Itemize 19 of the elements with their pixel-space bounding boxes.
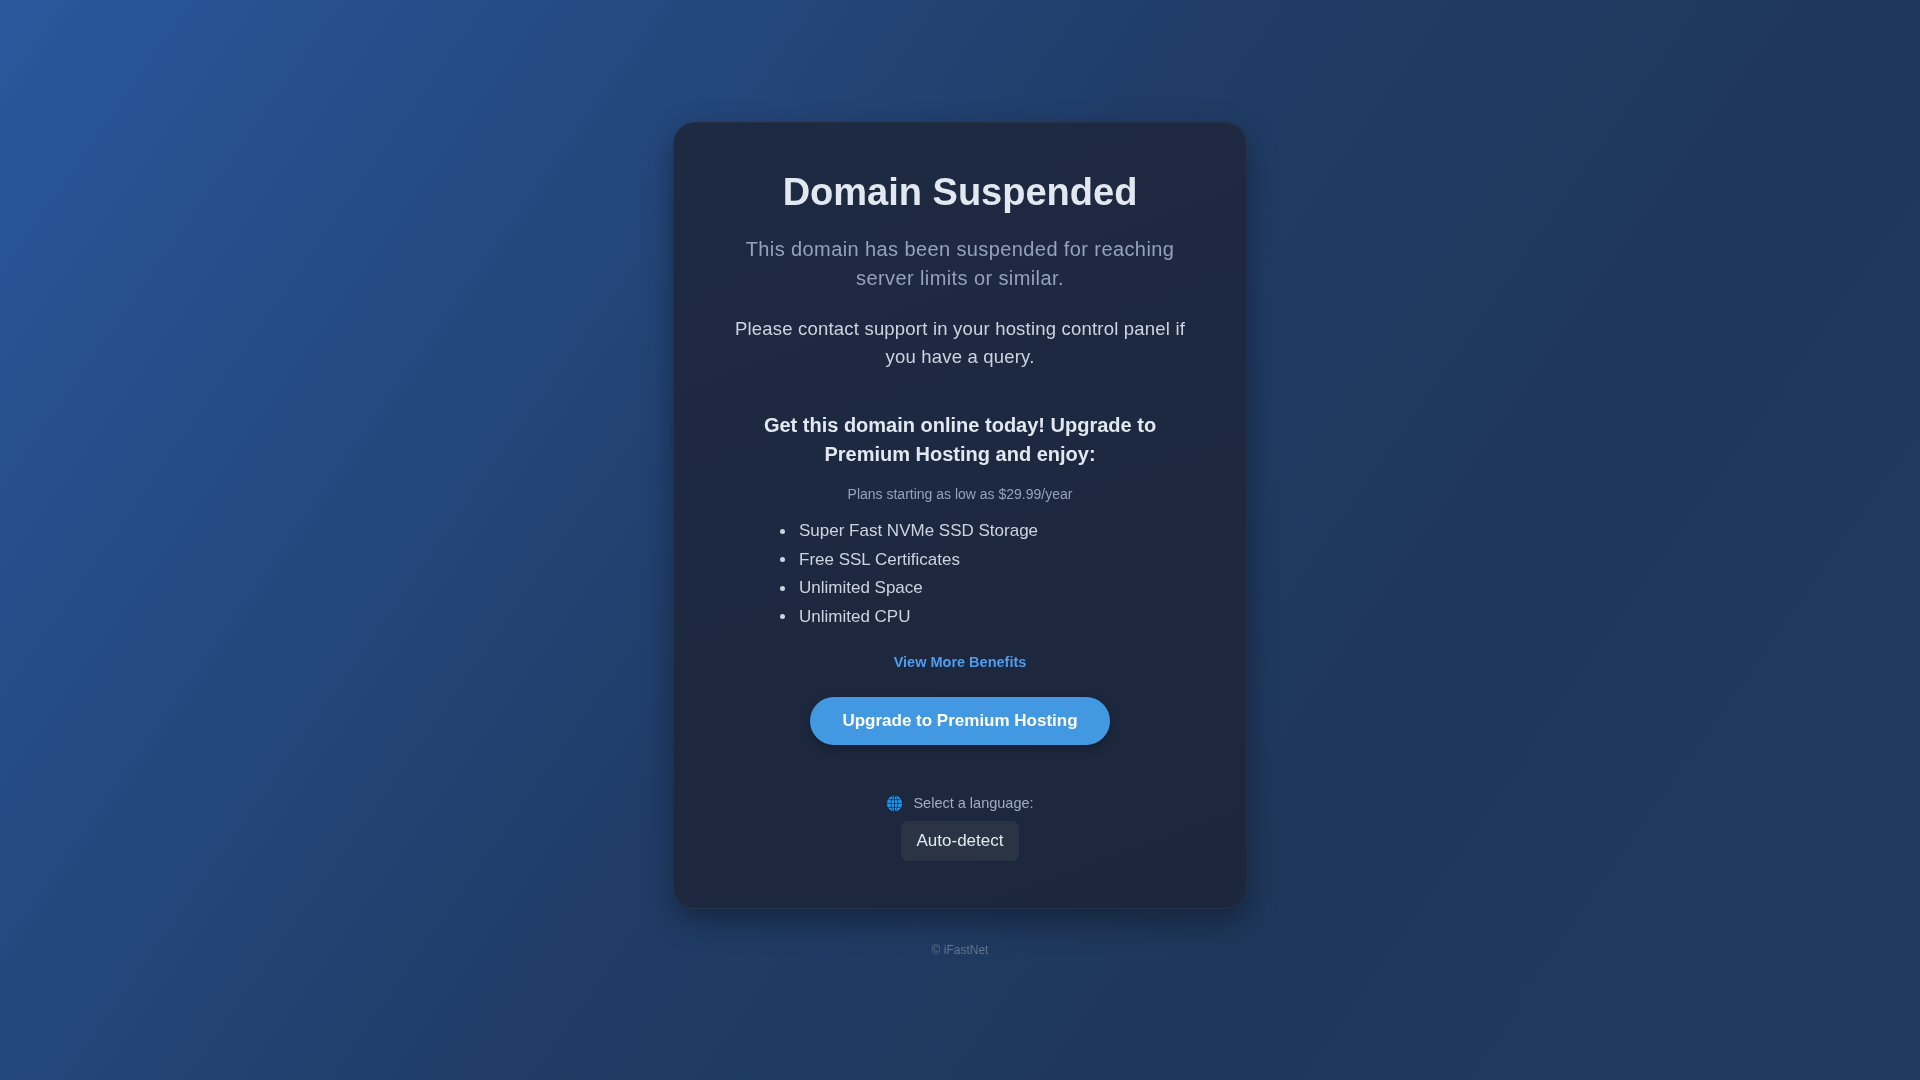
- upgrade-button[interactable]: Upgrade to Premium Hosting: [810, 697, 1110, 745]
- benefit-item: Unlimited Space: [799, 577, 923, 600]
- suspension-notice: This domain has been suspended for reaching server limits or similar.: [745, 237, 1175, 291]
- bullet-icon: [780, 585, 785, 591]
- bullet-icon: [780, 557, 785, 563]
- price-note: Plans starting as low as $29.99/year: [847, 485, 1073, 504]
- view-more-link[interactable]: View More Benefits: [893, 652, 1027, 672]
- support-message: Please contact support in your hosting control panel if you have a query.: [733, 317, 1187, 369]
- benefit-item: Super Fast NVMe SSD Storage: [799, 520, 1039, 543]
- bullet-icon: [780, 614, 785, 620]
- language-label: Select a language:: [913, 794, 1034, 813]
- copyright-text: © iFastNet: [931, 942, 989, 958]
- globe-icon: [886, 794, 904, 812]
- benefit-item: Free SSL Certificates: [799, 548, 960, 571]
- promo-heading: Get this domain online today! Upgrade to Premium Hosting and enjoy:: [762, 413, 1158, 467]
- benefit-item: Unlimited CPU: [799, 605, 911, 628]
- bullet-icon: [780, 528, 785, 534]
- page-title: Domain Suspended: [782, 170, 1138, 215]
- language-select[interactable]: Auto-detect: [900, 821, 1020, 861]
